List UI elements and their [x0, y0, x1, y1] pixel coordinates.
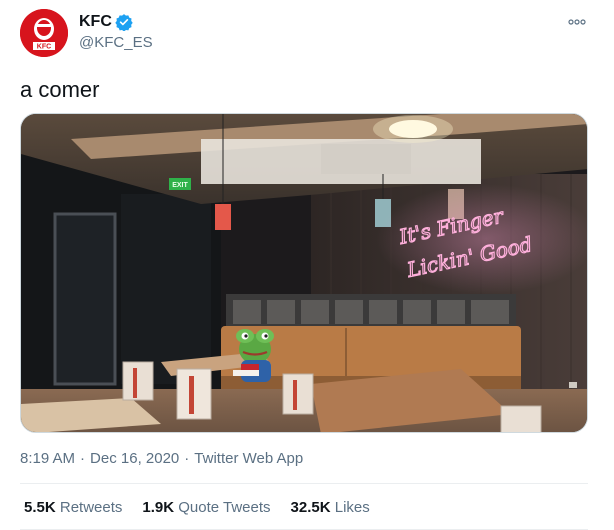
stat-retweets[interactable]: 5.5K Retweets [24, 499, 122, 516]
tweet: KFC KFC @KFC_ES a comer EXIT It's Finger… [0, 0, 614, 530]
stat-label: Retweets [59, 499, 123, 516]
stat-label: Likes [334, 499, 370, 516]
stat-count: 1.9K [142, 499, 175, 516]
exit-sign-text: EXIT [172, 182, 188, 189]
display-name[interactable]: KFC [79, 13, 112, 31]
author-handle[interactable]: @KFC_ES [79, 34, 153, 51]
meta-separator: · [80, 450, 86, 467]
avatar[interactable]: KFC [20, 9, 68, 57]
verified-badge-icon [115, 14, 133, 31]
tweet-metadata: 8:19 AM · Dec 16, 2020 · Twitter Web App [20, 450, 303, 467]
engagement-stats: 5.5K Retweets 1.9K Quote Tweets 32.5K Li… [24, 499, 390, 516]
stat-count: 32.5K [290, 499, 331, 516]
stat-quote-tweets[interactable]: 1.9K Quote Tweets [142, 499, 270, 516]
tweet-source[interactable]: Twitter Web App [194, 450, 303, 467]
avatar-logo-text: KFC [37, 44, 51, 51]
stat-likes[interactable]: 32.5K Likes [291, 499, 370, 516]
stat-count: 5.5K [24, 499, 56, 516]
meta-separator: · [184, 450, 190, 467]
author-name-row[interactable]: KFC [79, 13, 133, 31]
restaurant-photo: EXIT It's Finger Lickin' Good [21, 114, 587, 432]
more-options-icon[interactable] [567, 16, 587, 28]
tweet-media-image[interactable]: EXIT It's Finger Lickin' Good [20, 113, 588, 433]
stat-label: Quote Tweets [178, 499, 271, 516]
tweet-time[interactable]: 8:19 AM [20, 450, 75, 467]
tweet-date[interactable]: Dec 16, 2020 [90, 450, 179, 467]
tweet-text: a comer [20, 77, 100, 102]
divider [20, 483, 588, 484]
